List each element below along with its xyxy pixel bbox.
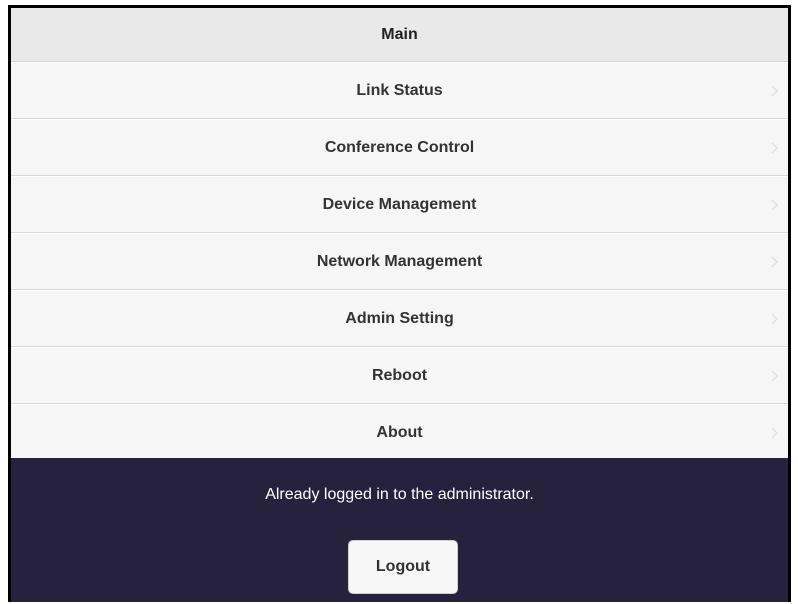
login-status-message: Already logged in to the administrator. [265, 486, 534, 503]
menu-item-device-management[interactable]: Device Management [11, 176, 788, 233]
menu-item-label: Conference Control [324, 138, 475, 156]
menu-item-conference-control[interactable]: Conference Control [11, 119, 788, 176]
menu-item-link-status[interactable]: Link Status [11, 62, 788, 119]
menu-item-label: Link Status [356, 81, 443, 99]
menu-item-label: About [376, 423, 423, 441]
login-status-footer: Already logged in to the administrator. … [11, 458, 788, 602]
main-menu: Link Status Conference Control Device Ma… [11, 62, 788, 461]
chevron-right-icon [771, 141, 779, 154]
menu-item-label: Reboot [371, 366, 428, 384]
chevron-right-icon [771, 312, 779, 325]
chevron-right-icon [771, 198, 779, 211]
menu-item-label: Admin Setting [345, 309, 454, 327]
chevron-right-icon [771, 426, 779, 439]
chevron-right-icon [771, 84, 779, 97]
page-header: Main [11, 8, 788, 62]
app-frame: Main Link Status Conference Control Devi… [8, 5, 791, 602]
menu-item-about[interactable]: About [11, 404, 788, 461]
logout-button[interactable]: Logout [348, 540, 458, 594]
menu-item-label: Network Management [316, 252, 483, 270]
menu-item-admin-setting[interactable]: Admin Setting [11, 290, 788, 347]
page-title: Main [381, 25, 418, 43]
menu-item-network-management[interactable]: Network Management [11, 233, 788, 290]
chevron-right-icon [771, 255, 779, 268]
menu-item-reboot[interactable]: Reboot [11, 347, 788, 404]
chevron-right-icon [771, 369, 779, 382]
menu-item-label: Device Management [322, 195, 477, 213]
